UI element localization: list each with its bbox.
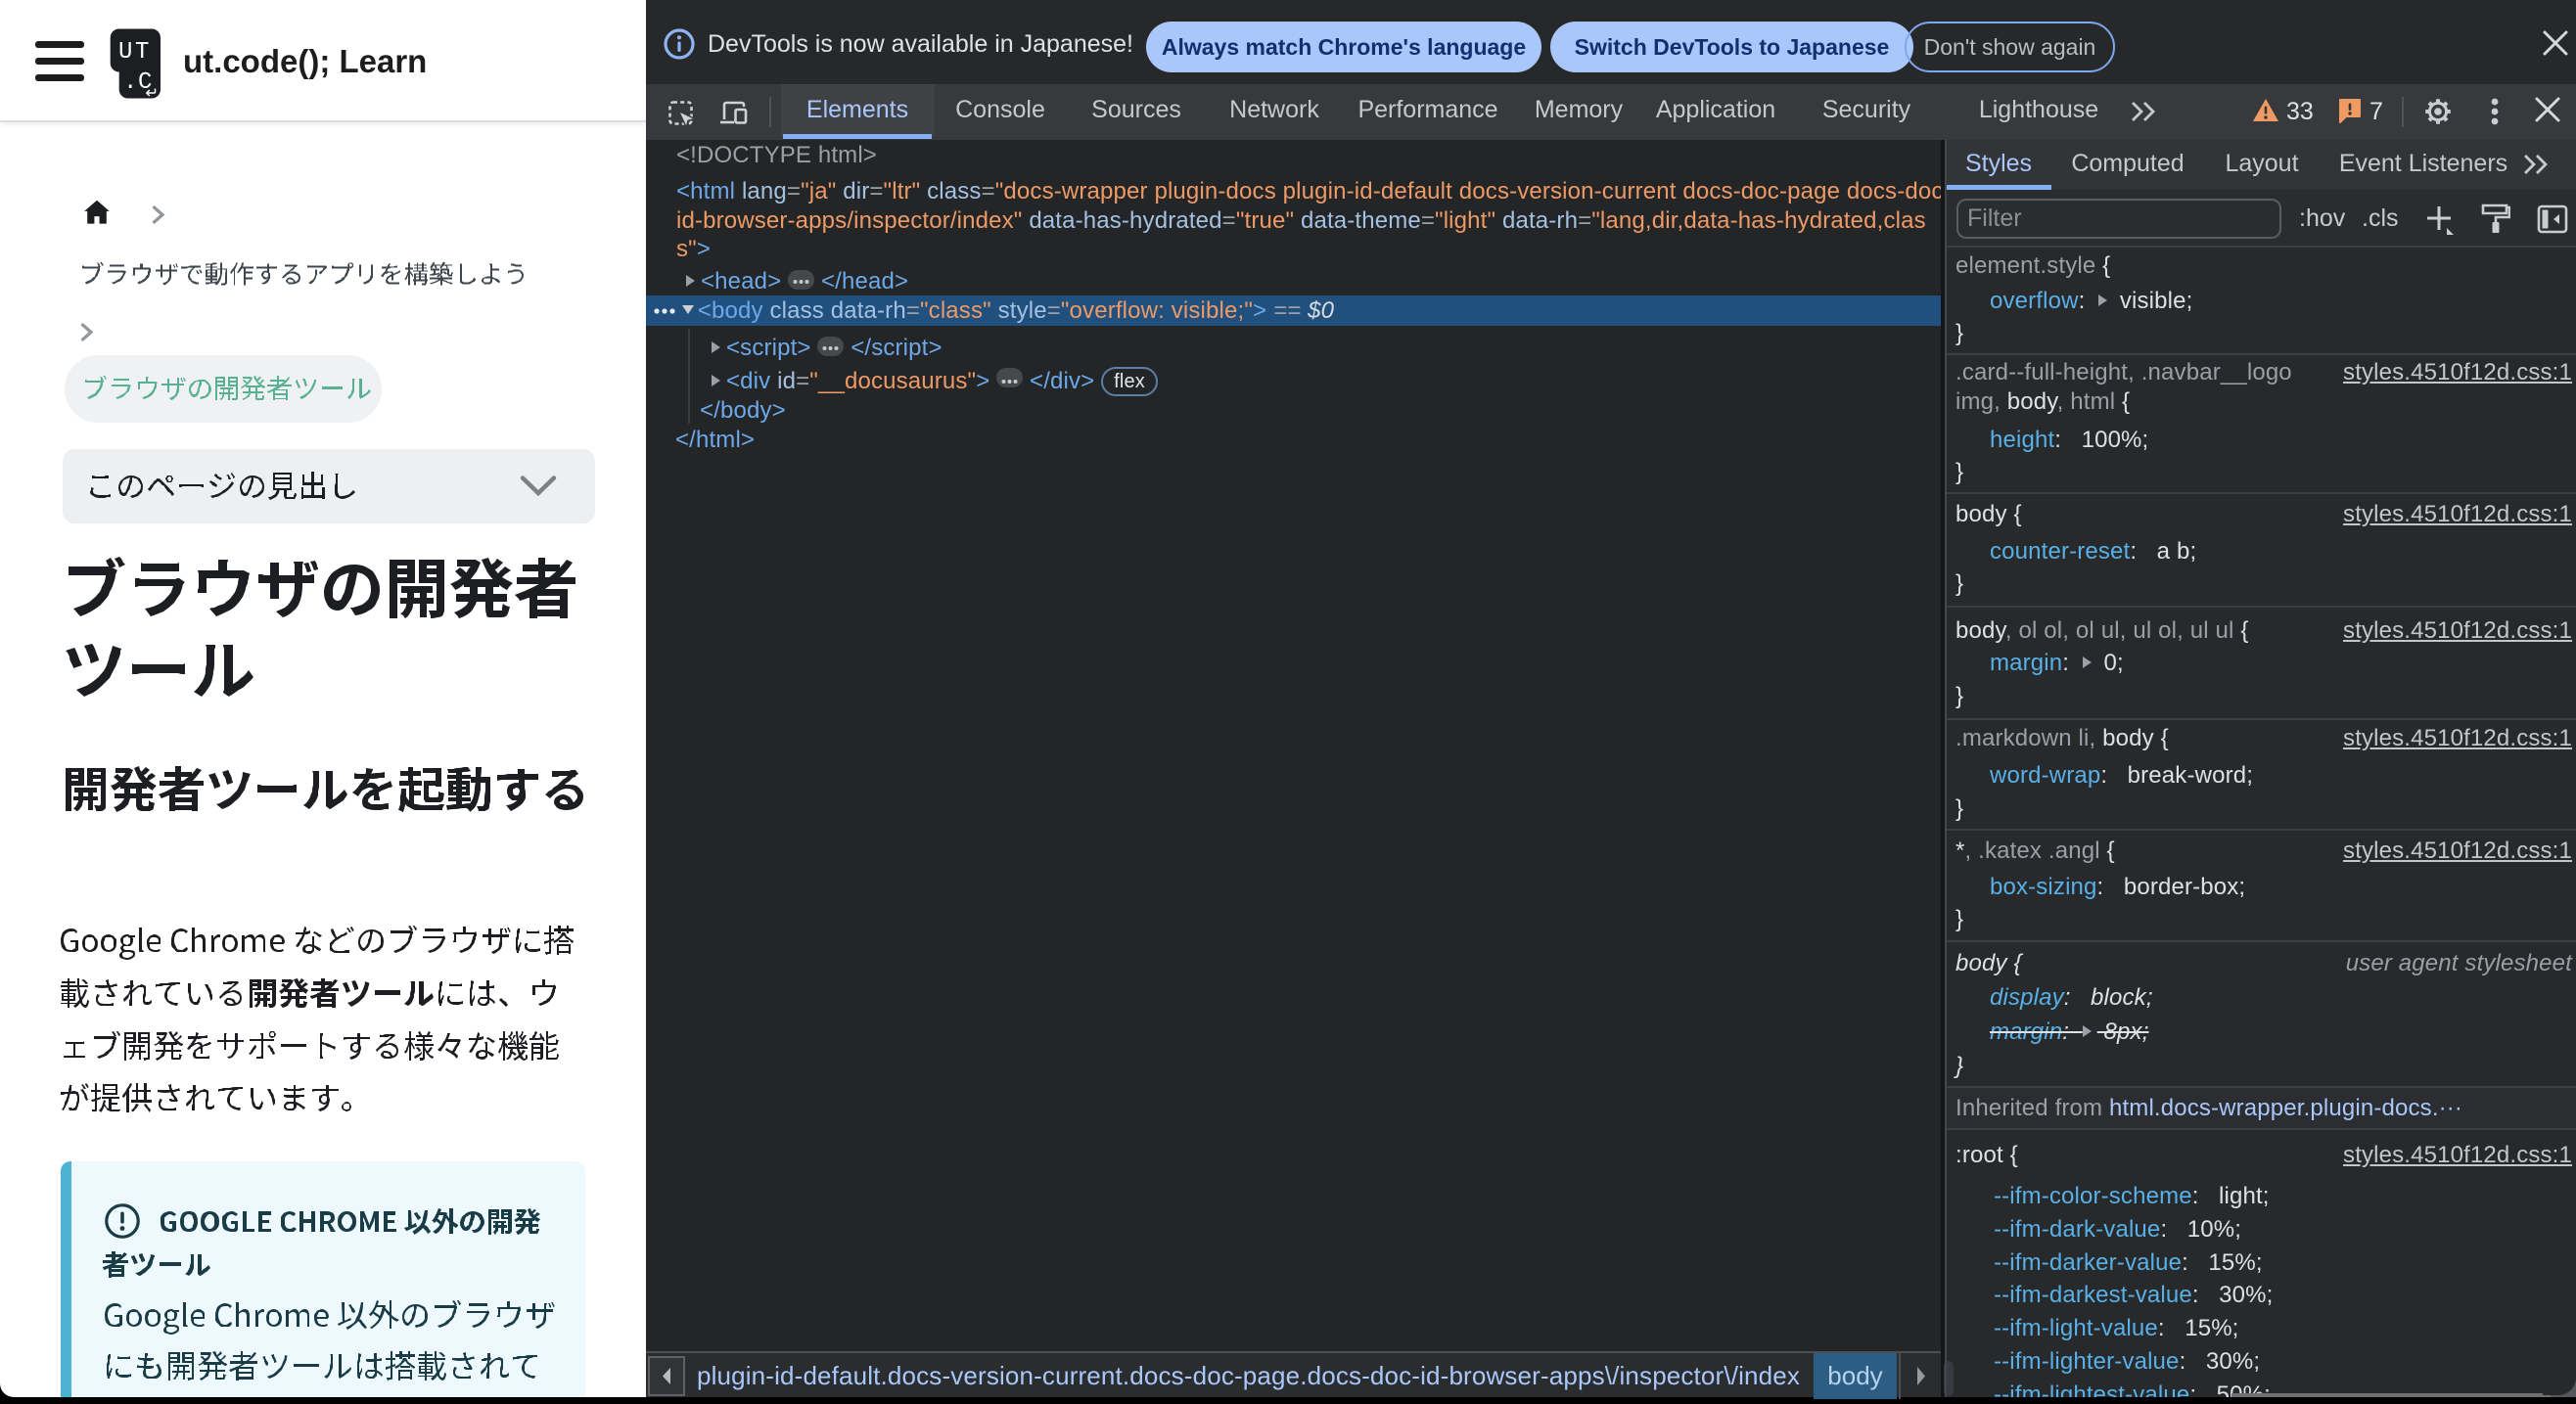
svg-text:U: U [118, 39, 132, 66]
svg-text:T: T [135, 39, 149, 66]
svg-text:.: . [123, 69, 137, 96]
svg-text:C: C [138, 69, 152, 96]
